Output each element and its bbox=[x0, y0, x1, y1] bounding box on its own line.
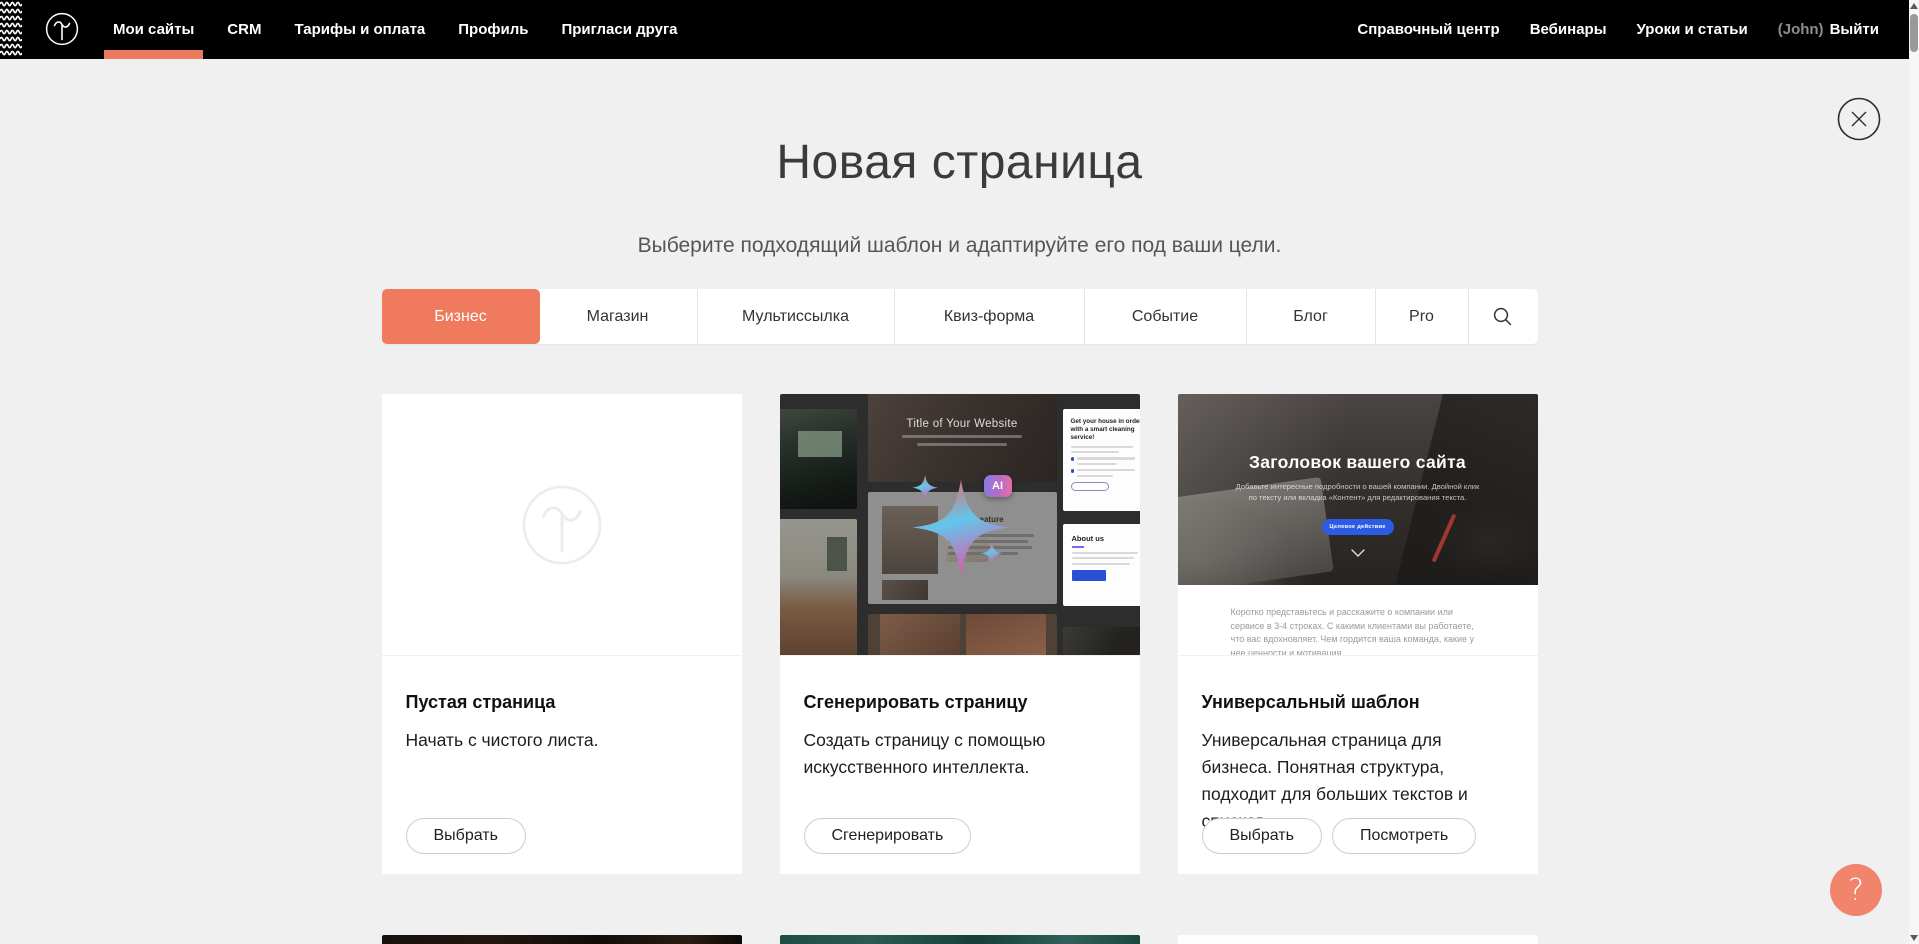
ai-sparkle-icon bbox=[780, 394, 1140, 655]
card-title: Сгенерировать страницу bbox=[804, 692, 1116, 713]
top-navigation-bar: Мои сайты CRM Тарифы и оплата Профиль Пр… bbox=[0, 0, 1909, 59]
template-hero-title: Заголовок вашего сайта bbox=[1178, 452, 1538, 473]
logout-label: Выйти bbox=[1830, 21, 1879, 38]
card-title: Пустая страница bbox=[406, 692, 718, 713]
template-body-text: Коротко представьтесь и расскажите о ком… bbox=[1231, 606, 1485, 656]
generate-button[interactable]: Сгенерировать bbox=[804, 818, 972, 854]
template-category-tabs: Бизнес Магазин Мультиссылка Квиз-форма С… bbox=[382, 289, 1538, 344]
scrollbar-up-arrow-icon[interactable] bbox=[1910, 3, 1918, 9]
card-description: Начать с чистого листа. bbox=[406, 727, 718, 754]
tilda-watermark-icon bbox=[520, 483, 604, 567]
tab-label: Бизнес bbox=[434, 308, 487, 326]
template-card-partial-dark[interactable] bbox=[382, 935, 742, 944]
nav-item-label: CRM bbox=[227, 21, 261, 38]
tab-label: Блог bbox=[1293, 308, 1328, 326]
tab-store[interactable]: Магазин bbox=[539, 289, 698, 344]
blank-page-preview bbox=[382, 394, 742, 656]
question-mark-icon: ? bbox=[1848, 873, 1864, 908]
page-scrollbar[interactable] bbox=[1909, 0, 1919, 944]
nav-item-label: Тарифы и оплата bbox=[294, 21, 425, 38]
nav-item-profile[interactable]: Профиль bbox=[458, 0, 528, 59]
nav-item-webinars[interactable]: Вебинары bbox=[1530, 21, 1607, 38]
tab-multilink[interactable]: Мультиссылка bbox=[698, 289, 895, 344]
chevron-down-icon bbox=[1351, 549, 1365, 557]
card-title: Универсальный шаблон bbox=[1202, 692, 1514, 713]
nav-item-lessons[interactable]: Уроки и статьи bbox=[1637, 21, 1748, 38]
nav-menu: Мои сайты CRM Тарифы и оплата Профиль Пр… bbox=[113, 0, 711, 59]
nav-item-help-center[interactable]: Справочный центр bbox=[1357, 21, 1499, 38]
tab-quiz-form[interactable]: Квиз-форма bbox=[895, 289, 1085, 344]
tab-label: Pro bbox=[1409, 308, 1434, 326]
card-info: Сгенерировать страницу Создать страницу … bbox=[780, 656, 1140, 874]
tab-label: Событие bbox=[1132, 308, 1198, 326]
nav-item-pricing[interactable]: Тарифы и оплата bbox=[294, 0, 425, 59]
template-cta-button: Целевое действие bbox=[1322, 519, 1394, 535]
ai-badge: AI bbox=[984, 475, 1012, 497]
choose-button[interactable]: Выбрать bbox=[406, 818, 526, 854]
template-card-partial-teal[interactable] bbox=[780, 935, 1140, 944]
page-subtitle: Выберите подходящий шаблон и адаптируйте… bbox=[382, 233, 1538, 258]
tab-label: Квиз-форма bbox=[944, 308, 1034, 326]
nav-item-crm[interactable]: CRM bbox=[227, 0, 261, 59]
tab-label: Мультиссылка bbox=[742, 308, 849, 326]
tab-business[interactable]: Бизнес bbox=[382, 289, 540, 344]
search-icon bbox=[1492, 306, 1513, 327]
active-tab-underline bbox=[104, 50, 203, 59]
card-info: Пустая страница Начать с чистого листа. … bbox=[382, 656, 742, 874]
nav-item-label: Уроки и статьи bbox=[1637, 21, 1748, 38]
nav-item-label: Мои сайты bbox=[113, 21, 194, 38]
nav-item-logout[interactable]: (John) Выйти bbox=[1778, 21, 1879, 38]
tab-blog[interactable]: Блог bbox=[1247, 289, 1376, 344]
help-button[interactable]: ? bbox=[1830, 864, 1882, 916]
nav-item-label: Вебинары bbox=[1530, 21, 1607, 38]
tab-label: Магазин bbox=[587, 308, 649, 326]
template-body-section: Коротко представьтесь и расскажите о ком… bbox=[1178, 585, 1538, 656]
view-button[interactable]: Посмотреть bbox=[1332, 818, 1476, 854]
tilda-logo-icon[interactable] bbox=[45, 12, 79, 46]
template-card-partial-white[interactable] bbox=[1178, 935, 1538, 944]
nav-item-label: Справочный центр bbox=[1357, 21, 1499, 38]
main-content: Новая страница Выберите подходящий шабло… bbox=[382, 0, 1538, 944]
nav-item-label: Профиль bbox=[458, 21, 528, 38]
tab-pro[interactable]: Pro bbox=[1376, 289, 1469, 344]
card-description: Создать страницу с помощью искусственног… bbox=[804, 727, 1116, 781]
scrollbar-down-arrow-icon[interactable] bbox=[1910, 935, 1918, 941]
template-cards-row-partial bbox=[382, 935, 1538, 944]
card-info: Универсальный шаблон Универсальная стран… bbox=[1178, 656, 1538, 874]
nav-right-menu: Справочный центр Вебинары Уроки и статьи… bbox=[1327, 0, 1879, 59]
template-hero-subtitle: Добавьте интересные подробности о вашей … bbox=[1235, 482, 1481, 503]
choose-button[interactable]: Выбрать bbox=[1202, 818, 1322, 854]
template-hero-section: Заголовок вашего сайта Добавьте интересн… bbox=[1178, 394, 1538, 585]
template-card-universal[interactable]: Заголовок вашего сайта Добавьте интересн… bbox=[1178, 394, 1538, 874]
template-card-ai-generate[interactable]: Title of Your Website eature Get your ho… bbox=[780, 394, 1140, 874]
user-name: (John) bbox=[1778, 21, 1824, 38]
zigzag-pattern-decoration bbox=[0, 0, 22, 59]
universal-template-preview: Заголовок вашего сайта Добавьте интересн… bbox=[1178, 394, 1538, 656]
close-button[interactable] bbox=[1837, 97, 1881, 141]
ai-generate-preview: Title of Your Website eature Get your ho… bbox=[780, 394, 1140, 656]
nav-item-my-sites[interactable]: Мои сайты bbox=[113, 0, 194, 59]
page-title: Новая страница bbox=[382, 137, 1538, 189]
template-card-blank-page[interactable]: Пустая страница Начать с чистого листа. … bbox=[382, 394, 742, 874]
scrollbar-thumb[interactable] bbox=[1910, 14, 1918, 52]
tab-event[interactable]: Событие bbox=[1085, 289, 1247, 344]
template-cards-row: Пустая страница Начать с чистого листа. … bbox=[382, 394, 1538, 874]
tab-search[interactable] bbox=[1469, 289, 1537, 344]
nav-item-invite-friend[interactable]: Пригласи друга bbox=[561, 0, 677, 59]
nav-item-label: Пригласи друга bbox=[561, 21, 677, 38]
